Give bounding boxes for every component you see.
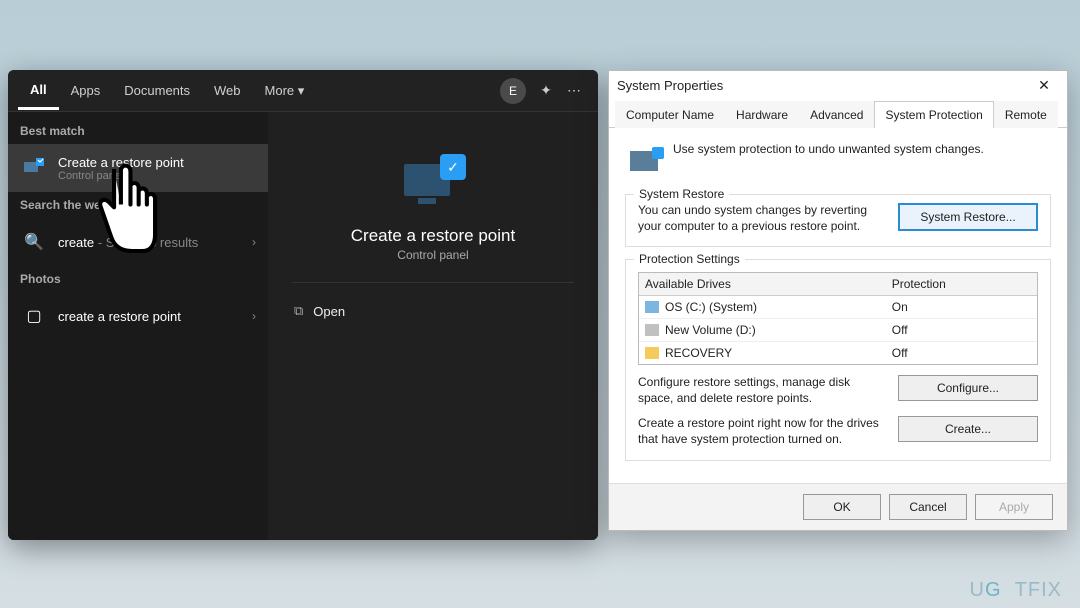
group-title-restore: System Restore bbox=[634, 187, 729, 201]
configure-desc: Configure restore settings, manage disk … bbox=[638, 375, 884, 406]
drives-table[interactable]: Available Drives Protection OS (C:) (Sys… bbox=[638, 272, 1038, 365]
intro-text: Use system protection to undo unwanted s… bbox=[673, 142, 984, 180]
col-drives: Available Drives bbox=[639, 273, 886, 295]
result-web-create[interactable]: 🔍 create - See web results › bbox=[8, 218, 268, 266]
tab-more[interactable]: More ▾ bbox=[253, 73, 317, 109]
chevron-right-icon: › bbox=[252, 309, 256, 323]
result-title: Create a restore point bbox=[58, 155, 256, 170]
ok-button[interactable]: OK bbox=[803, 494, 881, 520]
drive-row[interactable]: OS (C:) (System) On bbox=[639, 296, 1037, 319]
watermark: UG TFIX bbox=[970, 579, 1062, 602]
more-options-icon[interactable]: ⋯ bbox=[560, 82, 588, 99]
shield-monitor-icon bbox=[20, 154, 48, 182]
open-icon: ⧉ bbox=[294, 303, 303, 319]
windows-search-window: All Apps Documents Web More ▾ E ✦ ⋯ Best… bbox=[8, 70, 598, 540]
system-restore-group: System Restore You can undo system chang… bbox=[625, 194, 1051, 247]
open-label: Open bbox=[313, 304, 345, 319]
search-tabs-bar: All Apps Documents Web More ▾ E ✦ ⋯ bbox=[8, 70, 598, 112]
best-match-label: Best match bbox=[8, 118, 268, 144]
search-results-column: Best match Create a restore point Contro… bbox=[8, 112, 268, 540]
create-button[interactable]: Create... bbox=[898, 416, 1038, 442]
search-preview-pane: ✓ Create a restore point Control panel ⧉… bbox=[268, 112, 598, 540]
configure-button[interactable]: Configure... bbox=[898, 375, 1038, 401]
tab-advanced[interactable]: Advanced bbox=[799, 101, 874, 128]
tab-web[interactable]: Web bbox=[202, 73, 253, 108]
dialog-title: System Properties bbox=[617, 78, 1029, 93]
close-button[interactable]: ✕ bbox=[1029, 77, 1059, 94]
result-photo[interactable]: ▢ create a restore point › bbox=[8, 292, 268, 340]
disk-icon bbox=[645, 301, 659, 313]
sysprops-tabs: Computer Name Hardware Advanced System P… bbox=[609, 100, 1067, 128]
dialog-buttons: OK Cancel Apply bbox=[609, 483, 1067, 530]
col-protection: Protection bbox=[886, 273, 1037, 295]
preview-open-action[interactable]: ⧉ Open bbox=[292, 295, 574, 327]
photos-label: Photos bbox=[8, 266, 268, 292]
folder-icon bbox=[645, 347, 659, 359]
result-sub: Control panel bbox=[58, 170, 256, 182]
drive-row[interactable]: New Volume (D:) Off bbox=[639, 319, 1037, 342]
group-title-protect: Protection Settings bbox=[634, 252, 745, 266]
image-icon: ▢ bbox=[20, 302, 48, 330]
rewards-icon[interactable]: ✦ bbox=[532, 82, 560, 99]
restore-desc: You can undo system changes by reverting… bbox=[638, 203, 884, 234]
preview-app-icon: ✓ bbox=[398, 152, 468, 212]
create-desc: Create a restore point right now for the… bbox=[638, 416, 884, 447]
tab-documents[interactable]: Documents bbox=[112, 73, 202, 108]
apply-button: Apply bbox=[975, 494, 1053, 520]
tab-remote[interactable]: Remote bbox=[994, 101, 1058, 128]
protection-settings-group: Protection Settings Available Drives Pro… bbox=[625, 259, 1051, 460]
tab-hardware[interactable]: Hardware bbox=[725, 101, 799, 128]
dialog-titlebar: System Properties ✕ bbox=[609, 71, 1067, 100]
tab-computer-name[interactable]: Computer Name bbox=[615, 101, 725, 128]
search-web-label: Search the web bbox=[8, 192, 268, 218]
preview-sub: Control panel bbox=[397, 248, 468, 262]
web-result-title: create - See web results bbox=[58, 235, 242, 250]
preview-title: Create a restore point bbox=[351, 226, 515, 246]
chevron-right-icon: › bbox=[252, 235, 256, 249]
result-create-restore-point[interactable]: Create a restore point Control panel bbox=[8, 144, 268, 192]
protection-icon bbox=[625, 142, 663, 180]
photo-title: create a restore point bbox=[58, 309, 242, 324]
user-avatar[interactable]: E bbox=[500, 78, 526, 104]
drive-row[interactable]: RECOVERY Off bbox=[639, 342, 1037, 364]
tab-system-protection[interactable]: System Protection bbox=[874, 101, 993, 128]
tab-apps[interactable]: Apps bbox=[59, 73, 113, 108]
search-icon: 🔍 bbox=[20, 228, 48, 256]
system-restore-button[interactable]: System Restore... bbox=[898, 203, 1038, 231]
volume-icon bbox=[645, 324, 659, 336]
cancel-button[interactable]: Cancel bbox=[889, 494, 967, 520]
system-properties-dialog: System Properties ✕ Computer Name Hardwa… bbox=[608, 70, 1068, 531]
tab-all[interactable]: All bbox=[18, 72, 59, 110]
